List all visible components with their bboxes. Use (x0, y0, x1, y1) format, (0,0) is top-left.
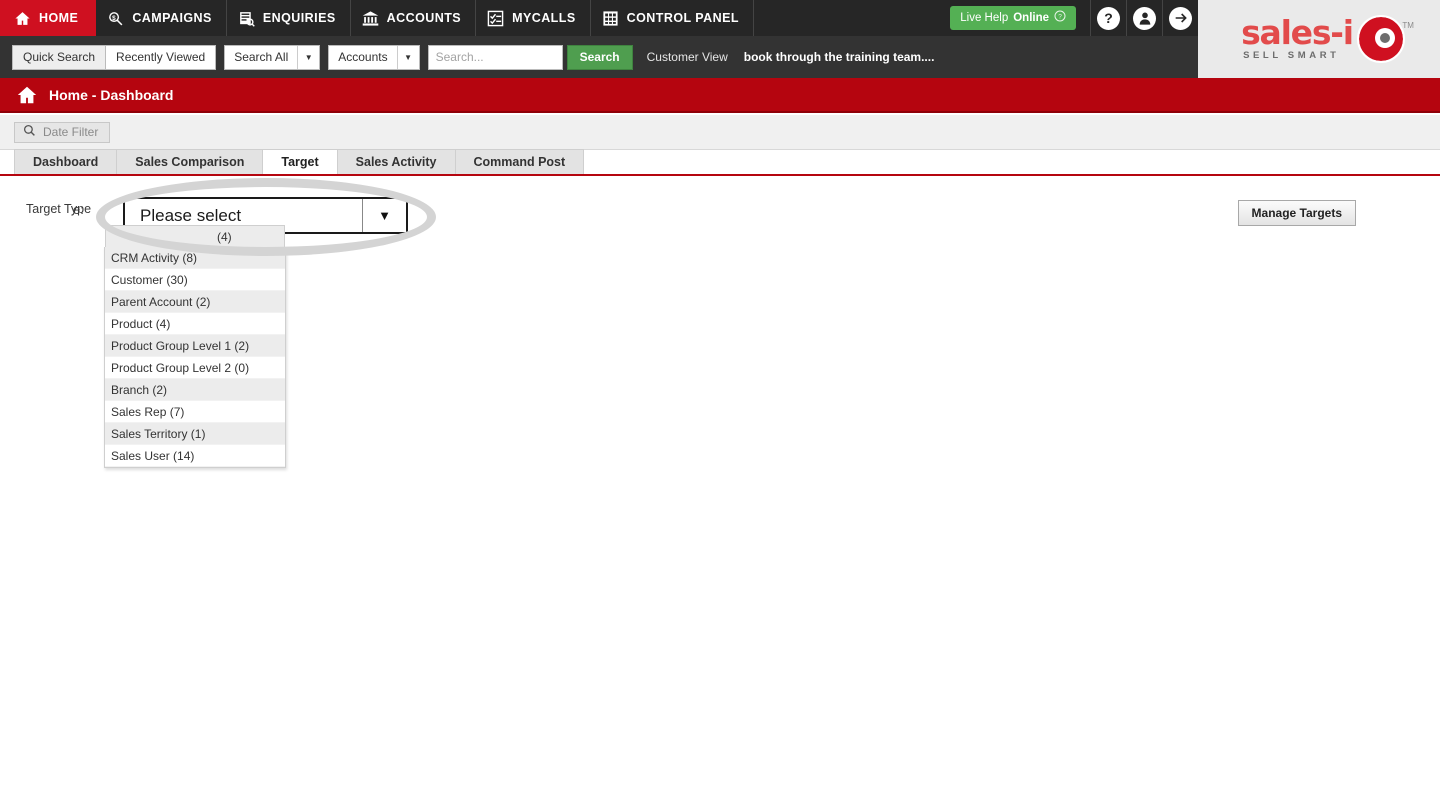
control-panel-grid-icon (602, 10, 619, 27)
dashboard-tabs: Dashboard Sales Comparison Target Sales … (0, 149, 1440, 176)
nav-item-home[interactable]: HOME (0, 0, 97, 36)
list-item[interactable]: Branch (2) (105, 379, 285, 401)
logout-button[interactable] (1162, 0, 1198, 36)
search-scope-dropdown[interactable]: Search All ▼ (224, 44, 321, 70)
user-avatar-icon (1133, 6, 1156, 30)
page-title: Home - Dashboard (49, 86, 174, 103)
nav-item-accounts[interactable]: ACCOUNTS (351, 0, 477, 36)
recently-viewed-tab[interactable]: Recently Viewed (105, 44, 217, 70)
svg-text:?: ? (1058, 14, 1062, 21)
help-button[interactable]: ? (1090, 0, 1126, 36)
nav-item-home-label: HOME (39, 11, 79, 25)
list-item[interactable]: Sales Rep (7) (105, 401, 285, 423)
search-entity-label: Accounts (338, 50, 388, 64)
home-icon (15, 84, 39, 106)
breadcrumb: Home - Dashboard (0, 78, 1440, 113)
dropdown-option-label: (4) (217, 230, 232, 244)
list-item[interactable]: Product Group Level 2 (0) (105, 357, 285, 379)
nav-item-mycalls[interactable]: MYCALLS (476, 0, 591, 36)
date-filter-button[interactable]: Date Filter (14, 121, 111, 143)
nav-item-campaigns-label: CAMPAIGNS (132, 11, 212, 25)
list-item[interactable]: Customer (30) (105, 269, 285, 291)
search-scope-label: Search All (234, 50, 289, 64)
trademark-symbol: TM (1402, 20, 1414, 30)
quick-search-tab[interactable]: Quick Search (12, 44, 107, 70)
customer-view-link[interactable]: Customer View (647, 50, 728, 64)
search-input[interactable] (427, 44, 563, 70)
top-right-actions: Live Help Online ? ? (950, 0, 1198, 36)
list-item[interactable]: Sales User (14) (105, 445, 285, 467)
live-help-status: Online (1013, 11, 1049, 24)
list-item[interactable]: Product Group Level 1 (2) (105, 335, 285, 357)
nav-item-mycalls-label: MYCALLS (512, 11, 576, 25)
brand-logo-panel: sales-i SELL SMART TM (1198, 0, 1440, 78)
accounts-bank-icon (362, 10, 379, 27)
nav-item-control-panel[interactable]: CONTROL PANEL (591, 0, 754, 36)
account-button[interactable] (1126, 0, 1162, 36)
tab-sales-activity[interactable]: Sales Activity (336, 149, 455, 174)
date-filter-label: Date Filter (43, 125, 99, 139)
list-item[interactable]: CRM Activity (8) (105, 247, 285, 269)
list-item[interactable]: Parent Account (2) (105, 291, 285, 313)
tab-dashboard[interactable]: Dashboard (14, 149, 117, 174)
live-help-prefix: Live Help (960, 11, 1009, 24)
eye-logo-icon (1356, 15, 1405, 63)
magnifier-icon (23, 124, 36, 140)
svg-text:$: $ (112, 14, 116, 21)
announcement-marquee: book through the training team.... (743, 50, 935, 64)
question-mark-icon: ? (1097, 6, 1120, 30)
target-type-select-value: Please select (140, 205, 242, 225)
live-help-button[interactable]: Live Help Online ? (950, 6, 1076, 30)
search-entity-dropdown[interactable]: Accounts ▼ (328, 44, 420, 70)
nav-item-enquiries[interactable]: ENQUIRIES (227, 0, 351, 36)
nav-item-accounts-label: ACCOUNTS (386, 11, 462, 25)
chevron-down-icon: ▼ (396, 45, 419, 69)
tab-target[interactable]: Target (262, 149, 337, 174)
chevron-down-icon: ▼ (362, 199, 406, 232)
target-type-dropdown-list: (4) CRM Activity (8) Customer (30) Paren… (104, 225, 286, 468)
campaigns-icon: $ (107, 10, 124, 27)
enquiries-icon (238, 10, 255, 27)
chevron-down-icon: ▼ (297, 45, 319, 69)
manage-targets-button[interactable]: Manage Targets (1237, 200, 1356, 226)
arrow-right-logout-icon (1169, 6, 1192, 30)
search-toolbar: Quick Search Recently Viewed Search All … (0, 36, 1198, 78)
logo-wordmark: sales-i (1241, 12, 1354, 52)
nav-item-control-panel-label: CONTROL PANEL (626, 11, 739, 25)
nav-item-enquiries-label: ENQUIRIES (262, 11, 336, 25)
logo-tagline: SELL SMART (1243, 50, 1340, 62)
list-item[interactable]: (4) (105, 225, 285, 247)
filter-strip: Date Filter (0, 115, 1440, 150)
search-button[interactable]: Search (566, 44, 633, 70)
tab-command-post[interactable]: Command Post (454, 149, 585, 174)
list-item[interactable]: Product (4) (105, 313, 285, 335)
tab-sales-comparison[interactable]: Sales Comparison (116, 149, 263, 174)
mycalls-checklist-icon (487, 10, 504, 27)
nav-item-campaigns[interactable]: $ CAMPAIGNS (96, 0, 227, 36)
list-item[interactable]: Sales Territory (1) (105, 423, 285, 445)
target-type-label-overlap: e: (73, 202, 84, 217)
help-circle-icon: ? (1054, 10, 1066, 25)
home-icon (14, 10, 31, 27)
